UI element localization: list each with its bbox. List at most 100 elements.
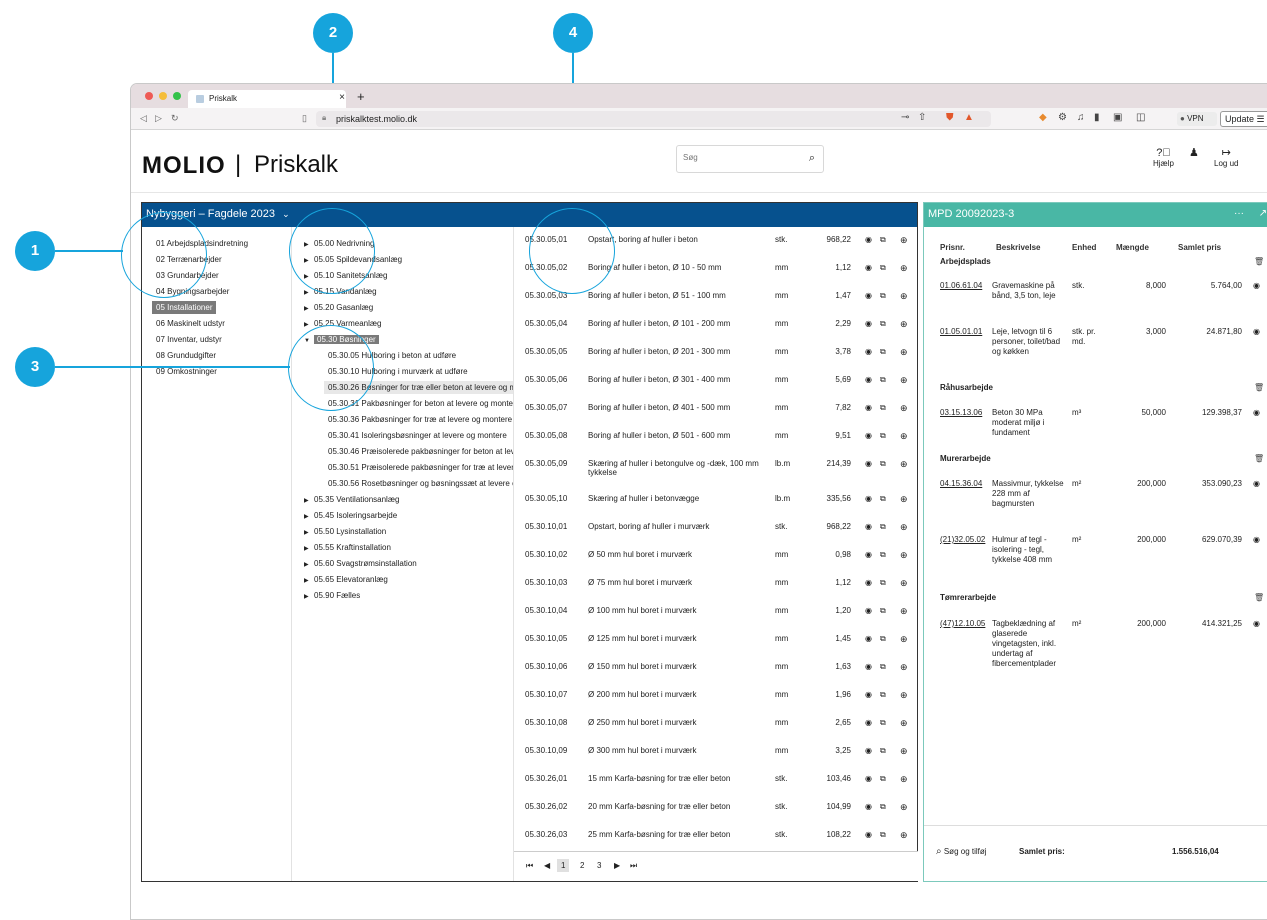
eye-icon[interactable]: ◉ bbox=[865, 522, 872, 531]
copy-icon[interactable]: ⧉ bbox=[880, 263, 886, 273]
user-button[interactable]: ♟ bbox=[1189, 147, 1199, 159]
eye-icon[interactable]: ◉ bbox=[1253, 408, 1260, 417]
key-icon[interactable]: ⊸ bbox=[901, 112, 909, 123]
basket-item-prisnr[interactable]: (21)32.05.02 bbox=[940, 535, 985, 544]
product-row[interactable]: 05.30.05,05 Boring af huller i beton, Ø 2… bbox=[514, 347, 918, 373]
add-icon[interactable]: ⊕ bbox=[900, 319, 908, 330]
basket-item-prisnr[interactable]: 04.15.36.04 bbox=[940, 479, 982, 488]
eye-icon[interactable]: ◉ bbox=[865, 263, 872, 272]
eye-icon[interactable]: ◉ bbox=[865, 662, 872, 671]
copy-icon[interactable]: ⧉ bbox=[880, 347, 886, 357]
add-icon[interactable]: ⊕ bbox=[900, 550, 908, 561]
eye-icon[interactable]: ◉ bbox=[865, 774, 872, 783]
add-icon[interactable]: ⊕ bbox=[900, 690, 908, 701]
logout-button[interactable]: ↦ Log ud bbox=[1214, 147, 1238, 168]
eye-icon[interactable]: ◉ bbox=[865, 235, 872, 244]
brave-shield-icon[interactable]: ⛊ bbox=[946, 112, 954, 123]
add-icon[interactable]: ⊕ bbox=[900, 291, 908, 302]
copy-icon[interactable]: ⧉ bbox=[880, 431, 886, 441]
update-button[interactable]: Update ☰ bbox=[1220, 111, 1267, 127]
product-row[interactable]: 05.30.10,08 Ø 250 mm hul boret i murværk m… bbox=[514, 718, 918, 744]
add-icon[interactable]: ⊕ bbox=[900, 662, 908, 673]
address-field[interactable]: 🔒︎ priskalktest.molio.dk bbox=[316, 111, 991, 127]
sub-item[interactable]: 05.30.36 Pakbøsninger for træ at levere … bbox=[328, 413, 512, 426]
subcategory-item[interactable]: ▶ 05.90 Fælles bbox=[304, 589, 360, 602]
tab-close-icon[interactable]: × bbox=[339, 92, 345, 103]
add-icon[interactable]: ⊕ bbox=[900, 375, 908, 386]
subcategory-item[interactable]: ▶ 05.55 Kraftinstallation bbox=[304, 541, 391, 554]
brave-rewards-icon[interactable]: ▲ bbox=[964, 112, 974, 123]
eye-icon[interactable]: ◉ bbox=[865, 431, 872, 440]
subcategory-item[interactable]: ▶ 05.45 Isoleringsarbejde bbox=[304, 509, 397, 522]
category-item[interactable]: 06 Maskinelt udstyr bbox=[152, 317, 229, 330]
eye-icon[interactable]: ◉ bbox=[865, 319, 872, 328]
product-row[interactable]: 05.30.10,06 Ø 150 mm hul boret i murværk m… bbox=[514, 662, 918, 688]
eye-icon[interactable]: ◉ bbox=[865, 718, 872, 727]
copy-icon[interactable]: ⧉ bbox=[880, 291, 886, 301]
close-window-light[interactable] bbox=[145, 92, 153, 100]
basket-item-qty[interactable]: 8,000 bbox=[1116, 281, 1166, 290]
trash-icon[interactable]: 🗑︎ bbox=[1254, 257, 1264, 266]
basket-item-qty[interactable]: 200,000 bbox=[1116, 535, 1166, 544]
sub-item[interactable]: 05.30.56 Rosetbøsninger og bøsningssæt a… bbox=[328, 477, 513, 490]
eye-icon[interactable]: ◉ bbox=[865, 375, 872, 384]
add-icon[interactable]: ⊕ bbox=[900, 578, 908, 589]
eye-icon[interactable]: ◉ bbox=[865, 291, 872, 300]
eye-icon[interactable]: ◉ bbox=[1253, 535, 1260, 544]
copy-icon[interactable]: ⧉ bbox=[880, 235, 886, 245]
forward-icon[interactable]: ▷ bbox=[155, 113, 162, 124]
eye-icon[interactable]: ◉ bbox=[1253, 619, 1260, 628]
eye-icon[interactable]: ◉ bbox=[1253, 327, 1260, 336]
product-row[interactable]: 05.30.05,09 Skæring af huller i betongulv… bbox=[514, 459, 918, 485]
bookmark-icon[interactable]: ▯ bbox=[302, 113, 307, 124]
add-icon[interactable]: ⊕ bbox=[900, 431, 908, 442]
add-icon[interactable]: ⊕ bbox=[900, 746, 908, 757]
eye-icon[interactable]: ◉ bbox=[865, 347, 872, 356]
help-button[interactable]: ?⃝ Hjælp bbox=[1153, 147, 1174, 168]
share-icon[interactable]: ⇧ bbox=[918, 112, 926, 123]
search-add-button[interactable]: ⌕ Søg og tilføj bbox=[936, 846, 987, 857]
subcategory-item[interactable]: ▶ 05.20 Gasanlæg bbox=[304, 301, 373, 314]
product-row[interactable]: 05.30.05,04 Boring af huller i beton, Ø 1… bbox=[514, 319, 918, 345]
basket-item-qty[interactable]: 200,000 bbox=[1116, 619, 1166, 628]
page-2-button[interactable]: 2 bbox=[580, 861, 584, 870]
copy-icon[interactable]: ⧉ bbox=[880, 830, 886, 840]
trash-icon[interactable]: 🗑︎ bbox=[1254, 454, 1264, 463]
basket-item-prisnr[interactable]: 01.05.01.01 bbox=[940, 327, 982, 336]
add-icon[interactable]: ⊕ bbox=[900, 494, 908, 505]
subcategory-item[interactable]: ▶ 05.50 Lysinstallation bbox=[304, 525, 386, 538]
eye-icon[interactable]: ◉ bbox=[865, 403, 872, 412]
trash-icon[interactable]: 🗑︎ bbox=[1254, 593, 1264, 602]
product-row[interactable]: 05.30.10,03 Ø 75 mm hul boret i murværk mm… bbox=[514, 578, 918, 604]
add-icon[interactable]: ⊕ bbox=[900, 830, 908, 841]
prev-page-icon[interactable]: ◀ bbox=[544, 861, 550, 870]
trash-icon[interactable]: 🗑︎ bbox=[1254, 383, 1264, 392]
add-icon[interactable]: ⊕ bbox=[900, 459, 908, 470]
sub-item[interactable]: 05.30.41 Isoleringsbøsninger at levere o… bbox=[328, 429, 507, 442]
basket-item-prisnr[interactable]: (47)12.10.05 bbox=[940, 619, 985, 628]
metamask-icon[interactable]: ◆ bbox=[1039, 112, 1047, 123]
next-page-icon[interactable]: ▶ bbox=[614, 861, 620, 870]
copy-icon[interactable]: ⧉ bbox=[880, 550, 886, 560]
copy-icon[interactable]: ⧉ bbox=[880, 403, 886, 413]
copy-icon[interactable]: ⧉ bbox=[880, 690, 886, 700]
basket-item-qty[interactable]: 3,000 bbox=[1116, 327, 1166, 336]
eye-icon[interactable]: ◉ bbox=[865, 494, 872, 503]
music-icon[interactable]: ♫ bbox=[1077, 112, 1085, 123]
copy-icon[interactable]: ⧉ bbox=[880, 459, 886, 469]
copy-icon[interactable]: ⧉ bbox=[880, 802, 886, 812]
page-3-button[interactable]: 3 bbox=[597, 861, 601, 870]
wallet2-icon[interactable]: ◫ bbox=[1136, 112, 1145, 123]
product-row[interactable]: 05.30.05,08 Boring af huller i beton, Ø 5… bbox=[514, 431, 918, 457]
add-icon[interactable]: ⊕ bbox=[900, 347, 908, 358]
zoom-window-light[interactable] bbox=[173, 92, 181, 100]
eye-icon[interactable]: ◉ bbox=[865, 802, 872, 811]
copy-icon[interactable]: ⧉ bbox=[880, 375, 886, 385]
add-icon[interactable]: ⊕ bbox=[900, 263, 908, 274]
add-icon[interactable]: ⊕ bbox=[900, 718, 908, 729]
product-row[interactable]: 05.30.10,05 Ø 125 mm hul boret i murværk m… bbox=[514, 634, 918, 660]
vpn-button[interactable]: ● VPN bbox=[1177, 112, 1217, 126]
copy-icon[interactable]: ⧉ bbox=[880, 774, 886, 784]
eye-icon[interactable]: ◉ bbox=[865, 459, 872, 468]
eye-icon[interactable]: ◉ bbox=[865, 830, 872, 839]
